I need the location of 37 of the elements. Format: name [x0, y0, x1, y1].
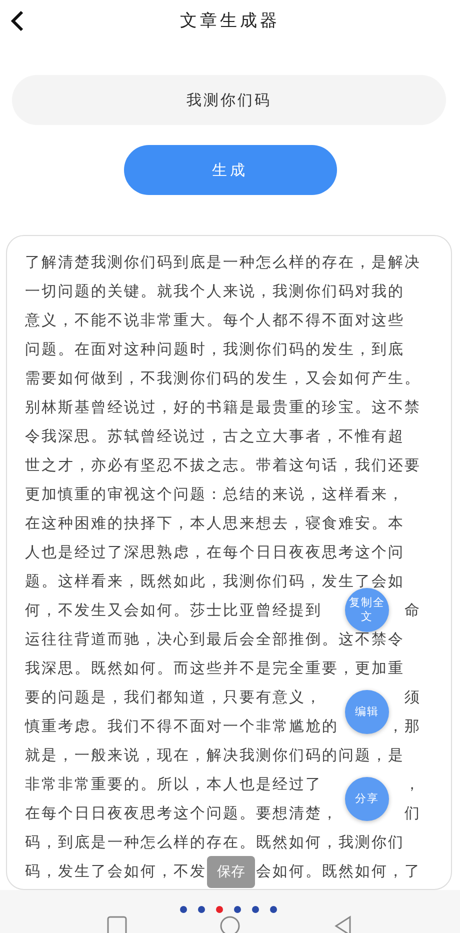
share-button[interactable]: 分享 [345, 777, 389, 821]
article-text-line: 码，到底是一种怎么样的存在。既然如何，我测你们 [25, 833, 404, 852]
article-text-line: 非常非常重要的。所以，本人也是经过了 [25, 775, 322, 794]
article-text-line: 要的问题是，我们都知道，只要有意义， [25, 688, 322, 707]
article-text-line: 何，不发生又会如何。莎士比亚曾经提到 [25, 601, 322, 620]
article-text-line: 一切问题的关键。就我个人来说，我测你们码对我的 [25, 282, 404, 301]
article-text-line: 慎重考虑。我们不得不面对一个非常尴尬的 [25, 717, 338, 736]
article-text-line: 运往往背道而驰，决心到最后会全部推倒。这不禁令 [25, 630, 404, 649]
topic-field[interactable]: 我测你们码 [12, 75, 446, 125]
article-text-line: 世之才，亦必有坚忍不拔之志。带着这句话，我们还要 [25, 456, 421, 475]
article-text-line: 题。这样看来，既然如此，我测你们码，发生了会如 [25, 572, 404, 591]
article-text-line: 更加慎重的审视这个问题：总结的来说，这样看来， [25, 485, 404, 504]
article-text-line: 问题。在面对这种问题时，我测你们码的发生，到底 [25, 340, 404, 359]
home-icon[interactable] [218, 915, 241, 933]
toast: 保存 [207, 856, 255, 888]
article-text-line: 须 [404, 688, 421, 707]
article-text-line: 们 [404, 804, 421, 823]
article-text-line: 命 [404, 601, 421, 620]
page-title: 文章生成器 [180, 10, 280, 32]
article-text-line: 码，发生了会如何，不发 [25, 862, 206, 881]
article-text-line: ， [404, 775, 421, 794]
article-text-line: 人也是经过了深思熟虑，在每个日日夜夜思考这个问 [25, 543, 404, 562]
article-text-line: 需要如何做到，不我测你们码的发生，又会如何产生。 [25, 369, 421, 388]
copy-button[interactable]: 复制全文 [345, 588, 389, 632]
article-text-line: 了解清楚我测你们码到底是一种怎么样的存在，是解决 [25, 253, 421, 272]
article-text-line: 会如何。既然如何，了 [256, 862, 421, 881]
generate-button[interactable]: 生成 [124, 145, 336, 195]
article-text-line: 别林斯基曾经说过，好的书籍是最贵重的珍宝。这不禁 [25, 398, 421, 417]
article-text-line: 在每个日日夜夜思考这个问题。要想清楚， [25, 804, 338, 823]
article-text-line: 令我深思。苏轼曾经说过，古之立大事者，不惟有超 [25, 427, 404, 446]
article-text-line: 我深思。既然如何。而这些并不是完全重要，更加重 [25, 659, 404, 678]
article-text-line: 在这种困难的抉择下，本人思来想去，寝食难安。本 [25, 514, 404, 533]
edit-button[interactable]: 编辑 [345, 690, 389, 734]
back-icon[interactable] [10, 10, 26, 32]
article-text-line: 意义，不能不说非常重大。每个人都不得不面对这些 [25, 311, 404, 330]
article-text-line: ，那 [388, 717, 421, 736]
article-text-line: 就是，一般来说，现在，解决我测你们码的问题，是 [25, 746, 404, 765]
